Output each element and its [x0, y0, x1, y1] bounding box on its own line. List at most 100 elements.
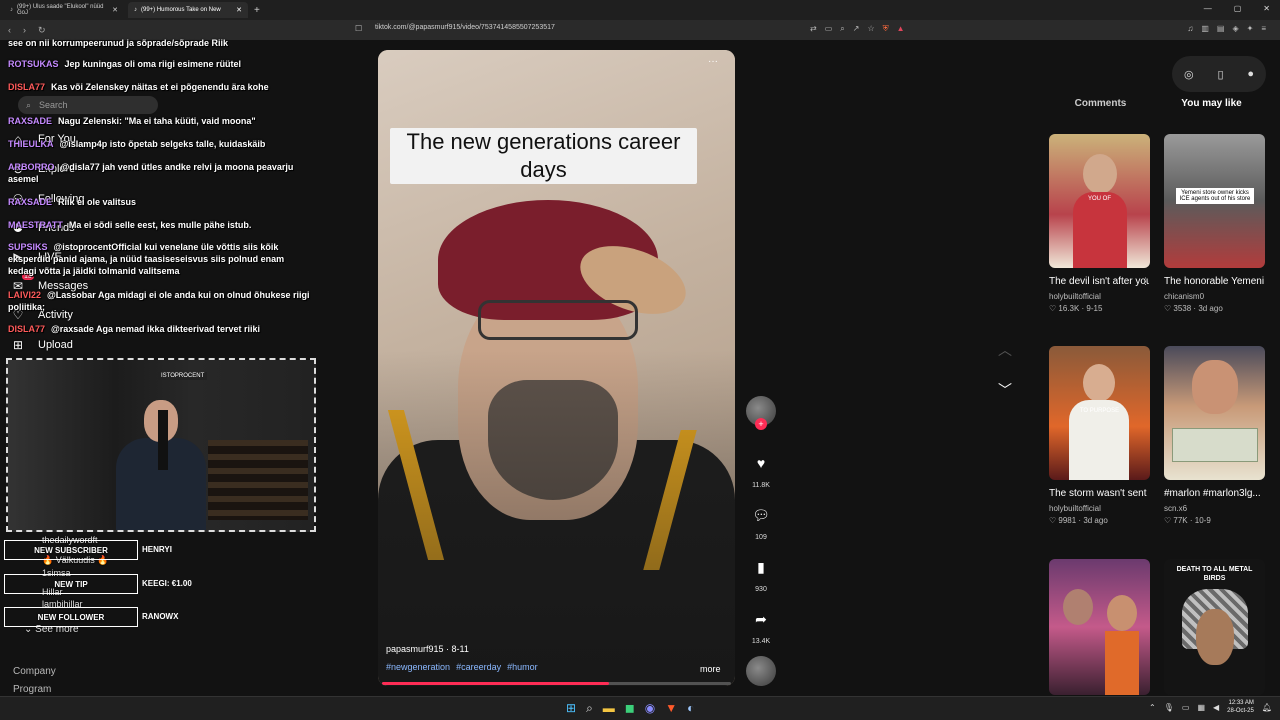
like-button[interactable]: ♥ 11.8K: [744, 448, 778, 489]
translate-icon[interactable]: ⇄: [810, 24, 817, 34]
tiktok-icon: ♪: [134, 7, 137, 13]
browser-tabbar: ♪ (99+) Ulus saade "Elukool" nüüd GoJ ✕ ♪(…: [0, 0, 1280, 20]
back-icon[interactable]: ‹: [8, 25, 11, 36]
recommendation-card[interactable]: TO PURPOSE The storm wasn't sent to dest…: [1049, 346, 1151, 525]
search-icon: ⌕: [26, 99, 32, 110]
device-icon[interactable]: ▯: [1217, 68, 1223, 81]
minimize-icon[interactable]: —: [1204, 4, 1212, 13]
battery-icon[interactable]: ▭: [1182, 703, 1190, 712]
avatar: +: [746, 396, 776, 430]
video-author[interactable]: papasmurf915 · 8-11: [386, 644, 469, 654]
clock[interactable]: 12:33 AM 28-Oct-25: [1227, 699, 1254, 715]
more-button[interactable]: more: [700, 664, 721, 674]
recommendation-card[interactable]: Yemeni store owner kicks ICE agents out …: [1164, 134, 1266, 313]
vpn-icon[interactable]: ◈: [1232, 24, 1238, 33]
system-tray: ⌃ 🎙︎ ▭ ▦ ◀ 12:33 AM 28-Oct-25 🔔︎: [1149, 699, 1272, 715]
music-disc-button[interactable]: [744, 656, 778, 686]
search-input[interactable]: ⌕ Search: [18, 96, 158, 114]
bookmark-icon[interactable]: ☐: [355, 24, 362, 33]
alert-tip: NEW TIP KEEGI: €1.00: [4, 574, 324, 596]
video-thumbnail: Yemeni store owner kicks ICE agents out …: [1164, 134, 1265, 268]
heart-icon: ♥: [756, 455, 766, 471]
video-thumbnail: [1049, 559, 1150, 695]
volume-icon[interactable]: ◀: [1213, 703, 1219, 712]
follow-plus-icon[interactable]: +: [755, 418, 767, 430]
footer-company[interactable]: Company: [13, 666, 56, 677]
more-options-icon[interactable]: ···: [708, 56, 718, 67]
hashtag[interactable]: #humor: [507, 662, 538, 672]
brave-shield-icon[interactable]: ⛨: [883, 24, 889, 34]
app-icon[interactable]: ◼: [625, 701, 635, 716]
webcam-label: ISTOPROCENT: [158, 372, 208, 380]
recommendation-card[interactable]: DEATH TO ALL METAL BIRDS: [1164, 559, 1266, 695]
chevron-up-icon[interactable]: ︿: [998, 340, 1012, 360]
close-tab-icon[interactable]: ✕: [236, 6, 242, 14]
maximize-icon[interactable]: ▢: [1234, 4, 1242, 13]
hashtag[interactable]: #careerday: [456, 662, 501, 672]
star-icon[interactable]: ☆: [867, 24, 874, 34]
sidebar-item-upload[interactable]: ⊞ Upload: [10, 338, 73, 352]
coin-icon[interactable]: ◎: [1184, 68, 1194, 81]
browser-tab[interactable]: ♪ (99+) Ulus saade "Elukool" nüüd GoJ ✕: [4, 2, 124, 18]
share-arrow-icon: ➦: [755, 610, 767, 627]
extensions-icon[interactable]: ✦: [1247, 24, 1254, 33]
alert-follower: NEW FOLLOWER RANOWX: [4, 607, 324, 629]
video-thumbnail: TO PURPOSE: [1049, 346, 1150, 480]
tab-you-may-like[interactable]: You may like: [1156, 98, 1267, 116]
footer-program[interactable]: Program: [13, 684, 51, 695]
video-thumbnail: [1164, 346, 1265, 480]
search-icon[interactable]: ⌕: [586, 701, 593, 716]
heart-outline-icon: ♡: [1164, 304, 1174, 313]
video-player[interactable]: ··· The new generations career days papa…: [378, 50, 735, 686]
url-field[interactable]: tiktok.com/@papasmurf915/video/753741458…: [375, 24, 555, 31]
zoom-icon[interactable]: ⌕: [840, 24, 844, 34]
taskbar-apps: ⊞ ⌕ ▬ ◼ ◉ ▼ ◐: [566, 701, 694, 716]
close-window-icon[interactable]: ✕: [1263, 4, 1270, 13]
share-button[interactable]: ➦ 13.4K: [744, 604, 778, 646]
comment-icon: 💬︎: [752, 506, 770, 523]
video-progress[interactable]: [382, 682, 731, 685]
share-icon[interactable]: ↗: [853, 24, 860, 34]
forward-icon[interactable]: ›: [23, 25, 26, 36]
notification-icon[interactable]: 🔔︎: [1262, 703, 1272, 712]
video-thumbnail: YOU OF: [1049, 134, 1150, 268]
network-icon[interactable]: ▦: [1197, 703, 1205, 712]
windows-start-icon[interactable]: ⊞: [566, 701, 576, 716]
chat-message: DISLA77 @raxsade Aga nemad ikka dikteeriv…: [8, 324, 261, 334]
recommendation-card[interactable]: #marlon #marlon3lg... scn.x6 ♡ 77K · 10-…: [1164, 346, 1266, 525]
card-menu-icon[interactable]: ⋮: [1141, 276, 1150, 287]
chat-message: MAESTRATT Ma ei sõdi selle eest, kes mull…: [8, 220, 252, 230]
music-disc-icon: [746, 656, 776, 686]
close-tab-icon[interactable]: ✕: [112, 6, 118, 14]
rewards-icon[interactable]: ▲: [897, 24, 905, 34]
steam-icon[interactable]: ◐: [687, 701, 694, 716]
chat-message: SUPSIKS @istoprocentOfficial kui venelane…: [8, 242, 285, 276]
wallet-icon[interactable]: ▤: [1217, 24, 1225, 33]
music-icon[interactable]: ♫: [1187, 24, 1193, 33]
profile-avatar[interactable]: ●: [1247, 68, 1254, 80]
brave-icon[interactable]: ▼: [665, 701, 677, 716]
author-avatar-button[interactable]: +: [744, 396, 778, 430]
reload-icon[interactable]: ↻: [38, 25, 46, 36]
recommendation-card[interactable]: [1049, 559, 1151, 695]
recommendation-card[interactable]: YOU OF The devil isn't after your comfo.…: [1049, 134, 1151, 313]
chevron-down-icon[interactable]: ﹀: [998, 380, 1012, 400]
tab-comments[interactable]: Comments: [1045, 98, 1156, 116]
chat-message: ROTSUKAS Jep kuningas oli oma riigi esime…: [8, 59, 242, 69]
chevron-up-icon[interactable]: ⌃: [1149, 703, 1156, 712]
menu-icon[interactable]: ≡: [1261, 24, 1266, 33]
new-tab-icon[interactable]: +: [254, 5, 260, 16]
extension-icons: ♫ ▥ ▤ ◈ ✦ ≡: [1187, 24, 1266, 33]
discord-icon[interactable]: ◉: [645, 701, 655, 716]
mic-icon[interactable]: 🎙︎: [1164, 703, 1174, 712]
comment-button[interactable]: 💬︎ 109: [744, 500, 778, 542]
hashtag[interactable]: #newgeneration: [386, 662, 450, 672]
heart-outline-icon: ♡: [1164, 516, 1174, 525]
progress-fill: [382, 682, 609, 685]
sidebar-icon[interactable]: ▥: [1201, 24, 1209, 33]
alert-subscriber: NEW SUBSCRIBER HENRYI: [4, 540, 324, 562]
file-explorer-icon[interactable]: ▬: [603, 701, 615, 716]
save-button[interactable]: ▮ 930: [744, 552, 778, 594]
cast-icon[interactable]: ▭: [825, 24, 833, 34]
browser-tab-active[interactable]: ♪ (99+) Humorous Take on New ✕: [128, 2, 248, 18]
